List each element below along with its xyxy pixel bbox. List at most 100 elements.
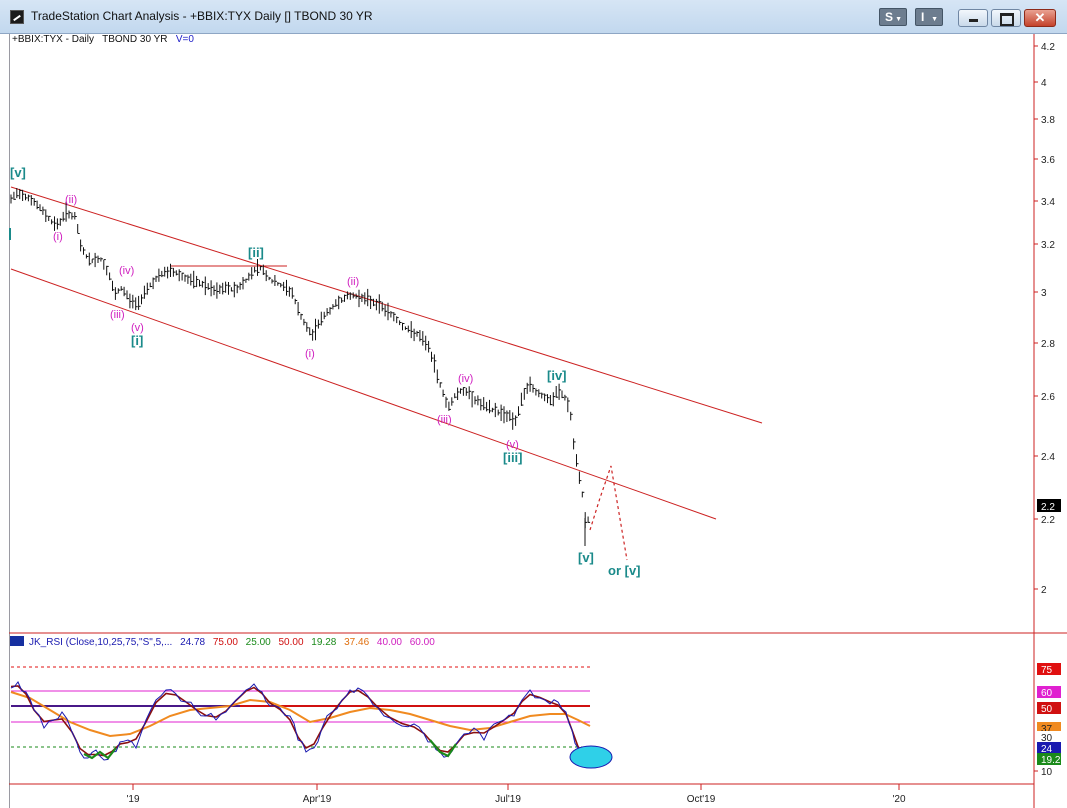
price-bar: [248, 272, 251, 281]
rsi-axis-badge-value: 75: [1041, 665, 1053, 676]
rsi-highlight-ellipse: [569, 745, 613, 769]
price-bar: [83, 247, 86, 255]
price-bar: [419, 330, 422, 342]
time-tick-label: '20: [892, 794, 905, 805]
price-bar: [457, 387, 460, 400]
time-tick-label: '19: [126, 794, 139, 805]
price-bar: [358, 289, 361, 308]
price-bar: [181, 272, 185, 281]
price-tick-label: 3.4: [1041, 197, 1055, 208]
projection-path: [589, 465, 628, 561]
price-chart[interactable]: 4.2 4 3.8 3.6 3.4 3.2 3 2.8 2.6 2.4 2.2 2 '19 Apr'19…: [0, 0, 1067, 808]
rsi-axis-badges: 75605037302419.210: [1034, 663, 1061, 778]
price-bar: [518, 406, 521, 416]
price-tick-label: 3: [1041, 288, 1047, 299]
price-bar: [158, 268, 161, 282]
price-tick-label: 2: [1041, 585, 1047, 596]
price-bar: [123, 286, 127, 297]
price-bar: [230, 287, 234, 292]
rsi-oversold-segments: [83, 739, 457, 760]
price-tick-label: 2.2: [1041, 515, 1055, 526]
price-tick-label: 3.8: [1041, 115, 1055, 126]
price-bar: [193, 270, 196, 289]
price-bar: [547, 394, 550, 404]
price-bar: [576, 454, 579, 467]
price-bar: [164, 266, 167, 277]
price-bar: [178, 269, 182, 282]
price-bar: [129, 293, 132, 309]
wave-label: or [v]: [608, 563, 641, 578]
price-bar: [448, 401, 451, 411]
price-bar: [384, 304, 388, 317]
price-bar: [390, 311, 393, 318]
price-bar: [48, 215, 51, 221]
price-bar: [135, 297, 138, 311]
price-bar: [146, 282, 150, 295]
price-bar: [236, 284, 240, 294]
price-bar: [274, 275, 277, 286]
price-tick-label: 2.8: [1041, 339, 1055, 350]
price-bar: [80, 239, 83, 252]
price-bar: [62, 211, 66, 222]
price-bar: [491, 407, 495, 413]
price-bar: [85, 254, 89, 259]
price-bar: [167, 266, 170, 279]
channel-upper-line: [10, 186, 763, 424]
price-bar: [19, 188, 22, 200]
price-bar: [422, 331, 425, 346]
price-bar: [283, 281, 286, 291]
wave-label: (ii): [347, 276, 359, 288]
price-bar: [416, 330, 419, 337]
price-bar: [555, 386, 559, 398]
price-bar: [500, 404, 504, 421]
price-bar: [483, 397, 486, 411]
price-bar: [323, 311, 327, 320]
channel-lower-line: [10, 268, 717, 520]
price-bar: [71, 212, 74, 220]
price-bar: [335, 299, 338, 307]
price-bar: [126, 290, 129, 300]
price-bar: [187, 274, 190, 284]
wave-label: [i]: [131, 333, 143, 348]
price-bar: [541, 392, 544, 399]
price-bar: [477, 395, 480, 406]
price-bar: [410, 321, 414, 339]
wave-label: (ii): [65, 194, 77, 206]
price-bar: [25, 193, 28, 201]
price-bar: [407, 325, 411, 333]
price-bar: [152, 277, 156, 290]
price-bar: [97, 255, 100, 263]
price-bar: [567, 397, 570, 413]
price-bar: [578, 471, 582, 484]
rsi-axis-tick-10: 10: [1041, 767, 1053, 778]
price-tick-label: 2.4: [1041, 452, 1055, 463]
price-bar: [117, 288, 121, 294]
price-bar: [425, 335, 428, 351]
price-bar: [114, 287, 118, 300]
wave-label: (iv): [119, 265, 134, 277]
rsi-header: JK_RSI (Close,10,25,75,"S",5,... 24.78 7…: [10, 636, 435, 648]
price-bar: [436, 369, 440, 384]
price-bar: [370, 295, 373, 309]
price-bar: [570, 411, 573, 421]
wave-label: (iv): [458, 373, 473, 385]
price-bar: [228, 282, 231, 295]
price-bar: [59, 218, 63, 226]
price-bar: [233, 281, 237, 298]
price-bar: [207, 283, 211, 290]
price-bar: [213, 285, 216, 296]
price-bar: [471, 391, 475, 408]
price-bar: [544, 393, 547, 402]
price-bars: [10, 188, 591, 546]
price-bar: [239, 282, 243, 290]
price-tick-label: 2.6: [1041, 392, 1055, 403]
price-bar: [196, 275, 199, 288]
price-bar: [184, 274, 187, 282]
price-bar: [149, 282, 153, 288]
rsi-axis-badge-value: 60: [1041, 688, 1053, 699]
prior-bar-marker: [9, 228, 11, 240]
price-bar: [506, 410, 509, 422]
time-tick-label: Oct'19: [687, 794, 716, 805]
price-bar: [329, 307, 332, 315]
price-bar: [375, 298, 379, 311]
